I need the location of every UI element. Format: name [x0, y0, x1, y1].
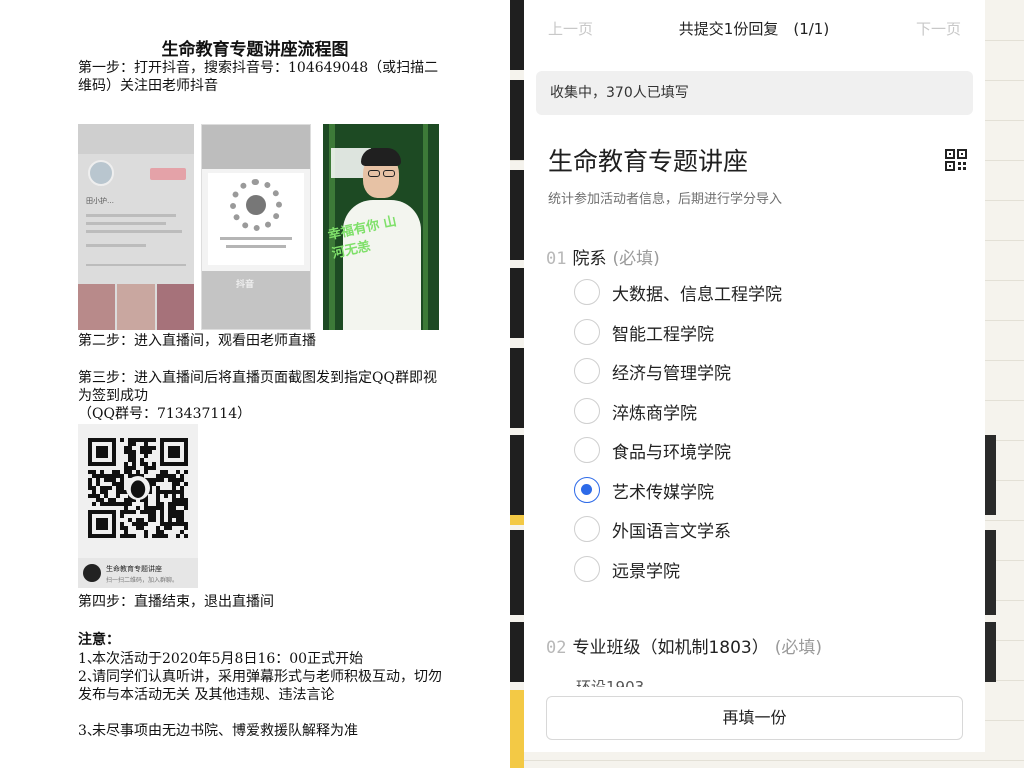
note-item: 3、未尽事项由无边书院、博爱救援队解释为准	[78, 723, 358, 739]
radio-button[interactable]	[574, 279, 600, 305]
next-page-button[interactable]: 下一页	[916, 18, 961, 40]
qq-group-number: （QQ群号：713437114）	[78, 406, 252, 422]
radio-button[interactable]	[574, 398, 600, 424]
note-title: 注意：	[78, 632, 120, 648]
step-2-text: 第二步：进入直播间，观看田老师直播	[78, 333, 316, 349]
prev-page-button[interactable]: 上一页	[548, 18, 593, 40]
douyin-profile-screenshot: 田小护…	[78, 124, 194, 330]
question-1-title: 01 院系 (必填)	[546, 249, 660, 269]
option-dept-4[interactable]: 淬炼商学院	[574, 397, 697, 425]
radio-button[interactable]	[574, 319, 600, 345]
option-dept-2[interactable]: 智能工程学院	[574, 318, 714, 346]
radio-button[interactable]	[574, 556, 600, 582]
note-item: 2、请同学们认真听讲，采用弹幕形式与老师积极互动，切勿发布与本活动无关 及其他违…	[78, 669, 442, 703]
radio-button[interactable]	[574, 437, 600, 463]
step-4-text: 第四步：直播结束，退出直播间	[78, 594, 274, 610]
avatar	[88, 160, 114, 186]
qq-group-qr-code	[88, 438, 188, 538]
douyin-logo: 抖音	[236, 280, 255, 290]
group-hint: 扫一扫二维码，加入群聊。	[106, 577, 179, 584]
form-title: 生命教育专题讲座	[548, 147, 749, 176]
radio-button[interactable]	[574, 358, 600, 384]
douyin-qr-screenshot: 抖音	[201, 124, 311, 330]
group-avatar	[83, 564, 101, 582]
flowchart-document: 生命教育专题讲座流程图 第一步：打开抖音，搜索抖音号：104649048（或扫描…	[0, 0, 510, 768]
option-dept-3[interactable]: 经济与管理学院	[574, 357, 731, 385]
option-dept-7[interactable]: 外国语言文学系	[574, 515, 731, 543]
option-dept-5[interactable]: 食品与环境学院	[574, 436, 731, 464]
account-name: 田小护…	[86, 197, 114, 205]
teacher-poster-image: 幸福有你 山河无恙	[323, 124, 439, 330]
radio-button[interactable]	[574, 516, 600, 542]
qr-code-icon[interactable]	[945, 149, 967, 171]
document-title: 生命教育专题讲座流程图	[161, 40, 349, 60]
question-2-title: 02 专业班级（如机制1803） (必填)	[546, 638, 823, 658]
follow-button-image	[150, 168, 186, 180]
qq-group-qr-card: 生命教育专题讲座 扫一扫二维码，加入群聊。	[78, 424, 198, 588]
note-item: 1、本次活动于2020年5月8日16：00正式开始	[78, 651, 364, 667]
response-panel: 上一页 共提交1份回复 (1/1) 下一页 收集中，370人已填写 生命教育专题…	[524, 0, 985, 752]
option-dept-1[interactable]: 大数据、信息工程学院	[574, 278, 782, 306]
step-3-text: 第三步：进入直播间后将直播页面截图发到指定QQ群即视为签到成功	[78, 370, 437, 404]
collection-status: 收集中，370人已填写	[536, 71, 973, 115]
form-description: 统计参加活动者信息，后期进行学分导入	[548, 192, 783, 207]
option-dept-6-selected[interactable]: 艺术传媒学院	[574, 476, 714, 504]
radio-button-selected[interactable]	[574, 477, 600, 503]
step-1-text: 第一步：打开抖音，搜索抖音号：104649048（或扫描二维码）关注田老师抖音	[78, 60, 439, 94]
refill-button[interactable]: 再填一份	[546, 696, 963, 740]
response-count: 共提交1份回复 (1/1)	[678, 20, 830, 38]
option-dept-8[interactable]: 远景学院	[574, 555, 680, 583]
question-2-answer: 环设1903	[576, 678, 645, 687]
group-name: 生命教育专题讲座	[106, 565, 162, 573]
